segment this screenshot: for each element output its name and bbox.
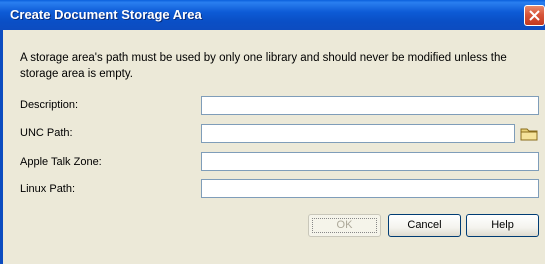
cancel-button[interactable]: Cancel (388, 214, 461, 237)
close-icon (529, 10, 540, 21)
title-bar[interactable]: Create Document Storage Area (0, 0, 545, 30)
help-button-label: Help (491, 219, 514, 231)
apple-talk-zone-label: Apple Talk Zone: (20, 156, 102, 168)
description-field[interactable] (201, 96, 539, 115)
dialog-title: Create Document Storage Area (10, 7, 202, 22)
focus-rectangle (312, 218, 377, 233)
unc-path-field[interactable] (201, 124, 515, 143)
folder-icon (520, 128, 538, 141)
ok-button[interactable]: OK (308, 214, 381, 237)
intro-text: A storage area's path must be used by on… (20, 52, 507, 80)
browse-folder-button[interactable] (519, 124, 539, 143)
linux-path-field[interactable] (201, 179, 539, 198)
apple-talk-zone-field[interactable] (201, 152, 539, 171)
unc-path-label: UNC Path: (20, 127, 73, 139)
dialog-window: Create Document Storage Area A storage a… (0, 0, 545, 264)
description-label: Description: (20, 99, 79, 111)
linux-path-label: Linux Path: (20, 183, 76, 195)
help-button[interactable]: Help (466, 214, 539, 237)
cancel-button-label: Cancel (407, 219, 442, 231)
close-button[interactable] (524, 5, 545, 26)
